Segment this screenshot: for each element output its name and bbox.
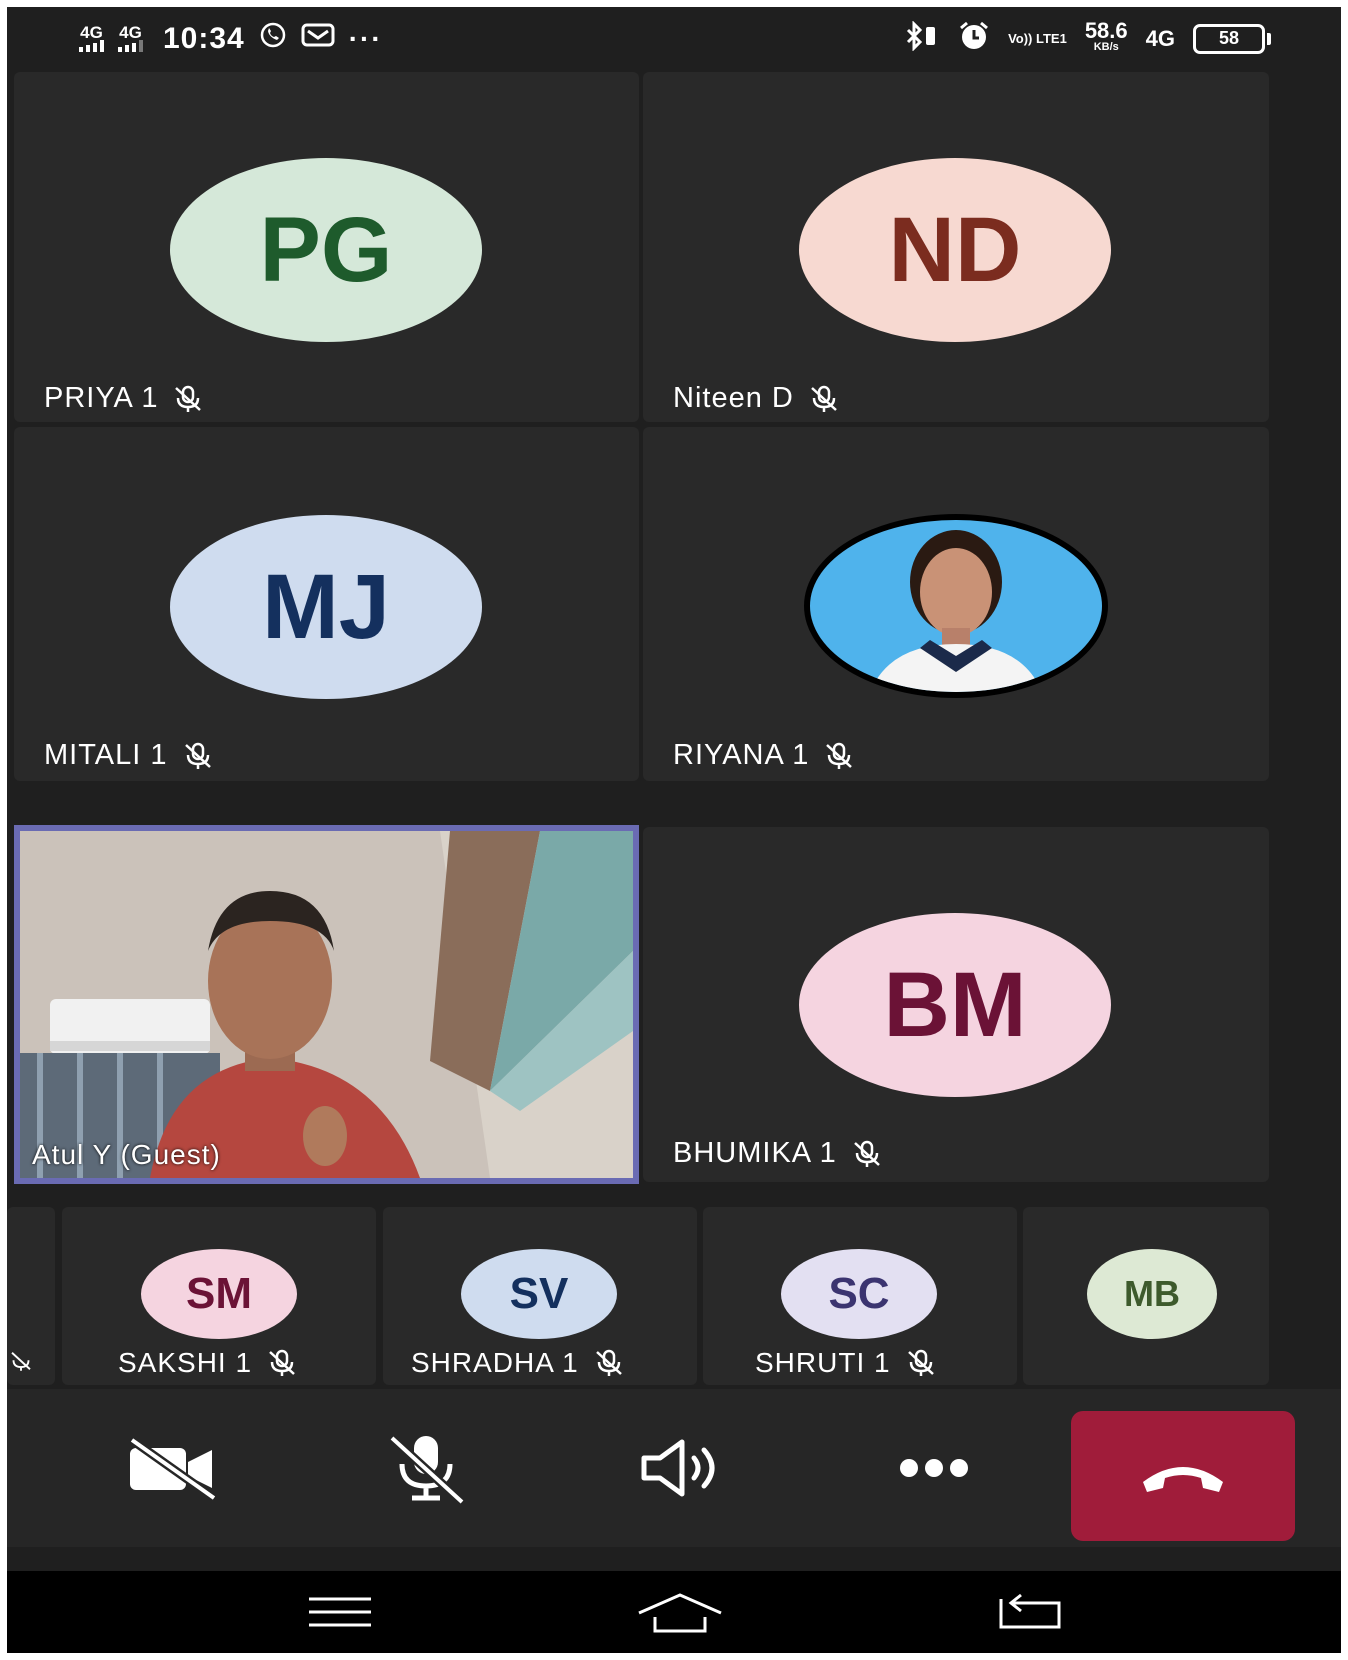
bluetooth-vibrate-icon (904, 20, 940, 56)
participant-name-text: SHRUTI 1 (755, 1347, 891, 1378)
participant-name-text: Niteen D (673, 382, 794, 414)
participant-name: Atul Y (Guest) (32, 1139, 221, 1170)
hang-up-button[interactable] (1071, 1411, 1295, 1541)
participant-tile[interactable]: BM BHUMIKA 1 (643, 827, 1269, 1182)
participant-tile[interactable]: SM SAKSHI 1 (62, 1207, 376, 1385)
mic-off-icon (11, 1352, 31, 1371)
network-speed: 58.6 KB/s (1084, 17, 1128, 55)
participant-name-text: RIYANA 1 (673, 739, 810, 771)
avatar: MB (1087, 1249, 1217, 1339)
participant-tile-partial[interactable] (7, 1207, 55, 1385)
participant-name: MITALI 1 (44, 739, 214, 772)
avatar: MJ (170, 515, 482, 699)
speaker-icon (641, 1439, 715, 1497)
clock: 10:34 (163, 21, 245, 55)
avatar-photo (804, 514, 1108, 698)
network-type-3: 4G (1145, 25, 1175, 51)
participant-name-text: SAKSHI 1 (118, 1347, 253, 1378)
participant-name: SAKSHI 1 (118, 1347, 298, 1379)
speed-value: 58.6 (1084, 17, 1128, 43)
camera-off-icon (129, 1436, 217, 1500)
participant-name-text: SHRADHA 1 (411, 1347, 579, 1378)
mic-off-icon (853, 1140, 880, 1167)
mic-off-icon (184, 742, 211, 769)
mic-off-icon (175, 385, 202, 412)
whatsapp-icon (259, 21, 287, 56)
participant-name: RIYANA 1 (673, 739, 855, 772)
call-controls-bar (7, 1389, 1341, 1547)
participant-name: SHRADHA 1 (411, 1347, 625, 1379)
avatar: SC (781, 1249, 937, 1339)
more-options-button[interactable] (879, 1427, 989, 1509)
system-navigation-bar (7, 1571, 1341, 1653)
participant-tile[interactable]: SV SHRADHA 1 (383, 1207, 697, 1385)
mic-off-icon (595, 1349, 622, 1376)
participant-name: BHUMIKA 1 (673, 1137, 883, 1170)
hang-up-icon (1143, 1467, 1223, 1492)
camera-toggle-button[interactable] (117, 1427, 227, 1509)
network-type-1: 4G (80, 22, 103, 42)
participant-name: Niteen D (673, 382, 840, 415)
mic-off-icon (907, 1349, 934, 1376)
participant-tile-partial[interactable]: MB (1023, 1207, 1269, 1385)
participant-name: SHRUTI 1 (755, 1347, 937, 1379)
avatar: BM (799, 913, 1111, 1097)
signal-icon: 4G (79, 22, 104, 52)
participant-tile[interactable]: RIYANA 1 (643, 427, 1269, 781)
status-bar: 4G 4G 10:34 ··· Vo)) LTE1 58.6 KB/s 4G 5… (7, 7, 1341, 71)
more-icon (900, 1459, 968, 1477)
participant-name-text: BHUMIKA 1 (673, 1137, 837, 1169)
active-speaker-video-tile[interactable]: Atul Y (Guest) (14, 825, 639, 1184)
battery-icon: 58 (1193, 23, 1271, 54)
more-notifications-icon: ··· (348, 22, 383, 54)
mic-off-icon (826, 742, 853, 769)
profile-photo (810, 520, 1102, 692)
back-icon[interactable] (997, 1593, 1063, 1633)
mic-off-icon (269, 1349, 295, 1376)
mic-off-icon (388, 1434, 466, 1504)
network-type-2: 4G (119, 22, 142, 42)
mail-icon (301, 22, 335, 55)
signal-icon: 4G (1145, 25, 1175, 51)
volte-icon: Vo)) LTE1 (1008, 31, 1067, 46)
alarm-icon (958, 21, 990, 56)
meeting-screen: 4G 4G 10:34 ··· Vo)) LTE1 58.6 KB/s 4G 5… (7, 7, 1341, 1653)
avatar: PG (170, 158, 482, 342)
speed-unit: KB/s (1093, 40, 1119, 53)
participant-name: PRIYA 1 (44, 382, 204, 415)
signal-icon: 4G (118, 22, 143, 52)
mic-off-icon (810, 385, 837, 412)
menu-icon[interactable] (307, 1595, 373, 1629)
participant-tile[interactable]: PG PRIYA 1 (14, 72, 639, 422)
mic-toggle-button[interactable] (371, 1427, 481, 1509)
speaker-button[interactable] (627, 1427, 737, 1509)
participant-tile[interactable]: ND Niteen D (643, 72, 1269, 422)
avatar: ND (799, 158, 1111, 342)
participant-tile[interactable]: SC SHRUTI 1 (703, 1207, 1017, 1385)
participant-name-text: MITALI 1 (44, 739, 168, 771)
avatar: SV (461, 1249, 617, 1339)
home-icon[interactable] (635, 1591, 725, 1635)
battery-level: 58 (1193, 23, 1265, 54)
avatar: SM (141, 1249, 297, 1339)
participant-tile[interactable]: MJ MITALI 1 (14, 427, 639, 781)
video-feed (20, 831, 633, 1178)
participant-name-text: PRIYA 1 (44, 382, 159, 414)
